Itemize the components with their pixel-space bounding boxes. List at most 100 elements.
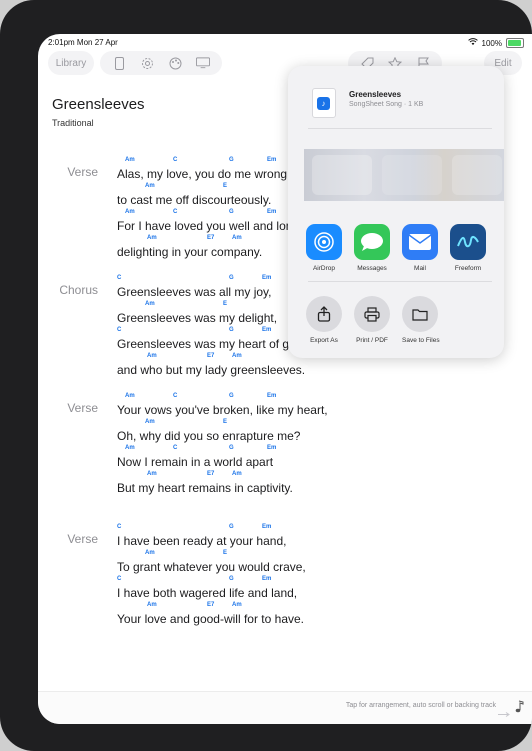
chord-label[interactable]: C [117, 524, 121, 530]
share-actions-row: Export As Print / PDF Save to Files [306, 296, 440, 344]
chord-label[interactable]: Em [262, 275, 271, 281]
share-app-airdrop[interactable]: AirDrop [306, 224, 342, 272]
chord-label[interactable]: Am [232, 602, 242, 608]
lyric-line: Now I remain in a world apart [117, 455, 274, 469]
lyric-line: Your vows you've broken, like my heart, [117, 403, 328, 417]
lyric-line: I have been ready at your hand, [117, 534, 287, 548]
export-icon[interactable] [306, 296, 342, 332]
palette-icon[interactable] [168, 56, 182, 70]
lyric-line: Greensleeves was my delight, [117, 311, 278, 325]
freeform-icon[interactable] [450, 224, 486, 260]
chord-label[interactable]: G [229, 209, 234, 215]
airdrop-icon[interactable] [306, 224, 342, 260]
share-action-label: Export As [310, 337, 338, 344]
battery-percent: 100% [481, 38, 502, 48]
chord-label[interactable]: Am [125, 157, 135, 163]
chord-label[interactable]: C [117, 576, 121, 582]
chord-label[interactable]: C [173, 209, 177, 215]
lyric-line: For I have loved you well and long, [117, 219, 303, 233]
chord-label[interactable]: Am [145, 183, 155, 189]
chord-label[interactable]: Am [145, 301, 155, 307]
bottom-bar[interactable]: Tap for arrangement, auto scroll or back… [38, 691, 532, 724]
chord-label[interactable]: E [223, 419, 227, 425]
share-app-freeform[interactable]: Freeform [450, 224, 486, 272]
chord-label[interactable]: G [229, 157, 234, 163]
display-icon[interactable] [196, 56, 210, 70]
chord-label[interactable]: Am [125, 209, 135, 215]
share-app-label: AirDrop [312, 265, 336, 272]
share-app-label: Messages [357, 265, 387, 272]
chord-label[interactable]: Em [267, 157, 276, 163]
lyric-line: I have both wagered life and land, [117, 586, 298, 600]
chord-label[interactable]: C [117, 327, 121, 333]
chord-label[interactable]: G [229, 576, 234, 582]
chord-label[interactable]: C [173, 157, 177, 163]
folder-icon[interactable] [402, 296, 438, 332]
song-title: Greensleeves [52, 96, 145, 113]
music-note-icon[interactable] [515, 700, 524, 716]
divider [308, 281, 492, 282]
chord-label[interactable]: E7 [207, 235, 214, 241]
share-action-export-as[interactable]: Export As [306, 296, 342, 344]
share-action-save-to-files[interactable]: Save to Files [402, 296, 440, 344]
divider [308, 128, 492, 129]
chord-label[interactable]: Em [262, 327, 271, 333]
chord-label[interactable]: Am [145, 419, 155, 425]
lyric-line: to cast me off discourteously. [117, 193, 272, 207]
chord-label[interactable]: Am [147, 602, 157, 608]
chord-label[interactable]: E [223, 183, 227, 189]
lyric-line: Greensleeves was all my joy, [117, 285, 272, 299]
chord-label[interactable]: G [229, 275, 234, 281]
settings-gear-icon[interactable] [140, 56, 154, 70]
chord-label[interactable]: C [117, 275, 121, 281]
chord-label[interactable]: Am [232, 353, 242, 359]
airdrop-suggestions-row [304, 149, 504, 201]
share-app-mail[interactable]: Mail [402, 224, 438, 272]
chord-label[interactable]: C [173, 445, 177, 451]
chord-label[interactable]: C [173, 393, 177, 399]
mail-icon[interactable] [402, 224, 438, 260]
chord-label[interactable]: Em [267, 393, 276, 399]
section-label: Verse [67, 165, 98, 179]
lyric-line: Your love and good-will for to have. [117, 612, 305, 626]
chord-label[interactable]: Am [125, 393, 135, 399]
chord-label[interactable]: Am [145, 550, 155, 556]
chord-label[interactable]: E [223, 550, 227, 556]
share-action-label: Save to Files [402, 337, 440, 344]
printer-icon[interactable] [354, 296, 390, 332]
share-apps-row: AirDrop Messages Mail Freeform [306, 224, 486, 272]
chord-label[interactable]: Am [125, 445, 135, 451]
chord-label[interactable]: Em [267, 445, 276, 451]
device-icon[interactable] [112, 56, 126, 70]
wifi-icon [467, 38, 478, 48]
messages-icon[interactable] [354, 224, 390, 260]
share-action-label: Print / PDF [356, 337, 388, 344]
lyric-line: delighting in your company. [117, 245, 263, 259]
chord-label[interactable]: Am [147, 235, 157, 241]
share-app-messages[interactable]: Messages [354, 224, 390, 272]
section-label: Chorus [59, 283, 98, 297]
share-action-print-pdf[interactable]: Print / PDF [354, 296, 390, 344]
chord-label[interactable]: G [229, 327, 234, 333]
chord-label[interactable]: E7 [207, 471, 214, 477]
share-doc-title: Greensleeves [349, 90, 402, 99]
status-bar: 2:01pm Mon 27 Apr 100% [48, 36, 524, 50]
share-sheet: ♪ Greensleeves SongSheet Song · 1 KB Air… [288, 66, 504, 358]
chord-label[interactable]: Em [267, 209, 276, 215]
chord-label[interactable]: E7 [207, 602, 214, 608]
chord-label[interactable]: G [229, 393, 234, 399]
chord-label[interactable]: Em [262, 576, 271, 582]
chord-label[interactable]: Am [147, 471, 157, 477]
document-icon: ♪ [312, 88, 336, 118]
chord-label[interactable]: E [223, 301, 227, 307]
chord-label[interactable]: Am [232, 471, 242, 477]
library-button[interactable]: Library [48, 51, 94, 75]
chord-label[interactable]: Am [232, 235, 242, 241]
chord-label[interactable]: G [229, 445, 234, 451]
ipad-frame: 2:01pm Mon 27 Apr 100% Library Edit Gree… [0, 0, 532, 751]
chord-label[interactable]: E7 [207, 353, 214, 359]
arrangement-hint[interactable]: Tap for arrangement, auto scroll or back… [346, 702, 496, 709]
chord-label[interactable]: Am [147, 353, 157, 359]
chord-label[interactable]: G [229, 524, 234, 530]
chord-label[interactable]: Em [262, 524, 271, 530]
